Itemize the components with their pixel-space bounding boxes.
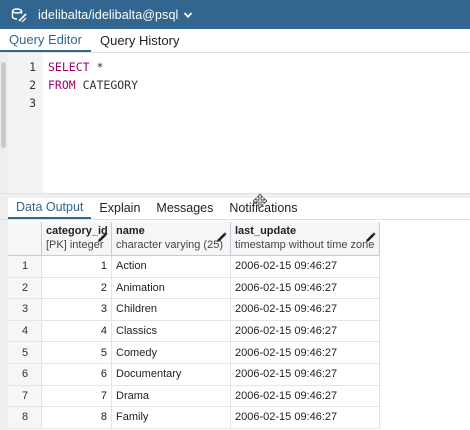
move-cursor-icon: [252, 193, 268, 209]
column-header-name[interactable]: name character varying (25): [112, 222, 231, 256]
table-row[interactable]: 3 3 Children 2006-02-15 09:46:27: [8, 299, 380, 321]
connection-label[interactable]: idelibalta/idelibalta@psql: [38, 8, 178, 22]
sql-keyword: FROM: [48, 78, 76, 92]
line-gutter: 1 2 3: [8, 53, 43, 193]
table-row[interactable]: 5 5 Comedy 2006-02-15 09:46:27: [8, 342, 380, 364]
table-row[interactable]: 7 7 Drama 2006-02-15 09:46:27: [8, 385, 380, 408]
result-grid: category_id [PK] integer name character …: [8, 222, 380, 429]
row-number[interactable]: 1: [8, 256, 42, 277]
cell-name[interactable]: Drama: [112, 385, 231, 407]
column-name: last_update: [235, 225, 297, 237]
cell-last-update[interactable]: 2006-02-15 09:46:27: [231, 299, 380, 320]
table-row[interactable]: 6 6 Documentary 2006-02-15 09:46:27: [8, 363, 380, 386]
cell-category-id[interactable]: 4: [42, 320, 112, 342]
line-number: 3: [29, 96, 36, 110]
column-header-last-update[interactable]: last_update timestamp without time zone: [231, 222, 380, 256]
code-line: FROM CATEGORY: [48, 78, 138, 92]
cell-category-id[interactable]: 8: [42, 407, 112, 428]
cell-category-id[interactable]: 6: [42, 363, 112, 385]
cell-name[interactable]: Documentary: [112, 363, 231, 385]
code-line: SELECT *: [48, 60, 103, 74]
cell-last-update[interactable]: 2006-02-15 09:46:27: [231, 385, 380, 407]
table-row[interactable]: 1 1 Action 2006-02-15 09:46:27: [8, 256, 380, 278]
cell-last-update[interactable]: 2006-02-15 09:46:27: [231, 342, 380, 363]
row-number[interactable]: 7: [8, 385, 42, 407]
pencil-icon[interactable]: [216, 232, 227, 243]
cell-last-update[interactable]: 2006-02-15 09:46:27: [231, 277, 380, 299]
cell-last-update[interactable]: 2006-02-15 09:46:27: [231, 320, 380, 342]
grid-empty-area: [380, 222, 470, 430]
cell-last-update[interactable]: 2006-02-15 09:46:27: [231, 407, 380, 428]
sql-editor[interactable]: 1 2 3 SELECT * FROM CATEGORY: [8, 53, 470, 193]
row-number[interactable]: 4: [8, 320, 42, 342]
select-all-corner[interactable]: [8, 222, 42, 256]
left-scroll-thumb[interactable]: [1, 62, 6, 148]
cell-category-id[interactable]: 3: [42, 299, 112, 320]
cell-category-id[interactable]: 1: [42, 256, 112, 277]
sql-text: *: [89, 60, 104, 74]
output-tabs: Data Output Explain Messages Notificatio…: [0, 198, 470, 220]
line-number: 2: [29, 78, 36, 92]
table-row[interactable]: 4 4 Classics 2006-02-15 09:46:27: [8, 320, 380, 343]
table-row[interactable]: 2 2 Animation 2006-02-15 09:46:27: [8, 277, 380, 300]
line-number: 1: [29, 60, 36, 74]
cell-name[interactable]: Classics: [112, 320, 231, 342]
chevron-down-icon[interactable]: [183, 10, 193, 20]
cell-name[interactable]: Action: [112, 256, 231, 277]
cell-name[interactable]: Family: [112, 407, 231, 428]
cell-name[interactable]: Children: [112, 299, 231, 320]
cell-category-id[interactable]: 7: [42, 385, 112, 407]
tab-data-output[interactable]: Data Output: [8, 197, 92, 219]
cell-category-id[interactable]: 2: [42, 277, 112, 299]
tab-messages[interactable]: Messages: [148, 197, 221, 219]
row-number[interactable]: 8: [8, 407, 42, 428]
column-header-category-id[interactable]: category_id [PK] integer: [42, 222, 112, 256]
row-number[interactable]: 5: [8, 342, 42, 363]
editor-tabs: Query Editor Query History: [0, 29, 470, 53]
column-name: name: [116, 225, 145, 237]
connection-bar: idelibalta/idelibalta@psql: [0, 0, 470, 29]
sql-text: CATEGORY: [75, 78, 139, 92]
table-row[interactable]: 8 8 Family 2006-02-15 09:46:27: [8, 407, 380, 429]
tab-query-editor[interactable]: Query Editor: [0, 28, 91, 52]
cell-last-update[interactable]: 2006-02-15 09:46:27: [231, 256, 380, 277]
cell-last-update[interactable]: 2006-02-15 09:46:27: [231, 363, 380, 385]
row-number[interactable]: 3: [8, 299, 42, 320]
tab-explain[interactable]: Explain: [91, 197, 148, 219]
grid-header: category_id [PK] integer name character …: [8, 222, 380, 256]
sql-keyword: SELECT: [48, 60, 90, 74]
pencil-icon[interactable]: [365, 232, 376, 243]
tab-query-history[interactable]: Query History: [91, 28, 188, 52]
column-type: character varying (25): [116, 239, 223, 251]
cell-name[interactable]: Comedy: [112, 342, 231, 363]
database-connect-icon[interactable]: [0, 0, 38, 29]
column-type: timestamp without time zone: [235, 239, 375, 251]
cell-category-id[interactable]: 5: [42, 342, 112, 363]
pencil-icon[interactable]: [97, 232, 108, 243]
cell-name[interactable]: Animation: [112, 277, 231, 299]
row-number[interactable]: 6: [8, 363, 42, 385]
row-number[interactable]: 2: [8, 277, 42, 299]
